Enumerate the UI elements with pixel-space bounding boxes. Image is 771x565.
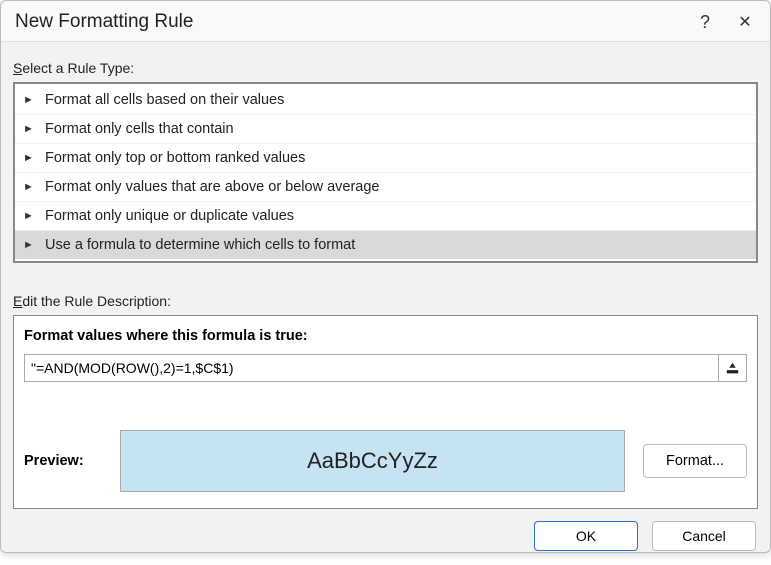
rule-type-item[interactable]: ► Format only unique or duplicate values: [15, 202, 756, 231]
description-box: Format values where this formula is true…: [13, 315, 758, 509]
dialog-content: Select a Rule Type: ► Format all cells ba…: [1, 42, 770, 509]
titlebar: New Formatting Rule ? ✕: [1, 1, 770, 42]
format-button[interactable]: Format...: [643, 444, 747, 478]
select-rule-type-label: Select a Rule Type:: [13, 60, 758, 76]
rule-type-text: Use a formula to determine which cells t…: [45, 237, 355, 253]
rule-type-item[interactable]: ► Format only cells that contain: [15, 115, 756, 144]
arrow-icon: ►: [23, 94, 35, 106]
rule-type-text: Format all cells based on their values: [45, 92, 284, 108]
arrow-icon: ►: [23, 123, 35, 135]
ok-button[interactable]: OK: [534, 521, 638, 551]
formula-label: Format values where this formula is true…: [24, 328, 747, 344]
arrow-icon: ►: [23, 152, 35, 164]
rule-type-item[interactable]: ► Format only values that are above or be…: [15, 173, 756, 202]
rule-type-item[interactable]: ► Format all cells based on their values: [15, 86, 756, 115]
edit-rule-description-section: Edit the Rule Description: Format values…: [13, 285, 758, 509]
rule-type-text: Format only cells that contain: [45, 121, 234, 137]
formula-input[interactable]: [25, 355, 718, 381]
new-formatting-rule-dialog: New Formatting Rule ? ✕ Select a Rule Ty…: [0, 0, 771, 553]
formula-input-row: [24, 354, 747, 382]
preview-sample-box: AaBbCcYyZz: [120, 430, 625, 492]
close-icon[interactable]: ✕: [734, 12, 756, 32]
arrow-icon: ►: [23, 239, 35, 251]
dialog-button-row: OK Cancel: [1, 509, 770, 565]
rule-type-item[interactable]: ► Use a formula to determine which cells …: [15, 231, 756, 259]
preview-row: Preview: AaBbCcYyZz Format...: [24, 430, 747, 492]
dialog-title: New Formatting Rule: [15, 11, 676, 33]
rule-type-item[interactable]: ► Format only top or bottom ranked values: [15, 144, 756, 173]
arrow-icon: ►: [23, 210, 35, 222]
rule-type-text: Format only unique or duplicate values: [45, 208, 294, 224]
rule-type-list: ►Format all cells based on their values …: [13, 82, 758, 263]
rule-type-text: Format only top or bottom ranked values: [45, 150, 305, 166]
cancel-button[interactable]: Cancel: [652, 521, 756, 551]
rule-type-text: Format only values that are above or bel…: [45, 179, 380, 195]
edit-description-label: Edit the Rule Description:: [13, 293, 758, 309]
collapse-dialog-icon[interactable]: [718, 355, 746, 381]
arrow-icon: ►: [23, 181, 35, 193]
help-icon[interactable]: ?: [694, 12, 716, 33]
preview-label: Preview:: [24, 453, 102, 469]
